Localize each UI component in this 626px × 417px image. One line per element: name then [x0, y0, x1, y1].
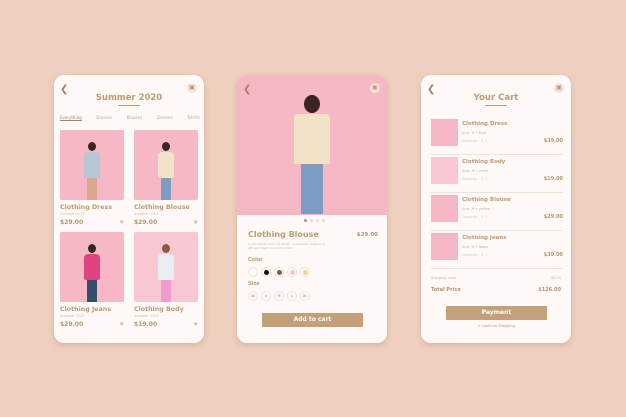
cart-item-name: Clothing Dress: [462, 121, 508, 127]
color-swatch[interactable]: [300, 267, 310, 277]
color-swatch[interactable]: [274, 267, 284, 277]
size-option[interactable]: L: [287, 291, 297, 301]
tab-tshirts[interactable]: Tshirts: [187, 115, 200, 121]
product-image: [60, 130, 124, 200]
product-name: Clothing Blouse: [248, 230, 319, 239]
product-subtitle: Summer 2020: [60, 212, 85, 216]
page-title: Your Cart: [473, 93, 519, 103]
product-hero-image: [237, 75, 387, 215]
cart-item-size: Size: M • blue: [462, 131, 487, 135]
size-option[interactable]: XS: [248, 291, 258, 301]
quantity-stepper[interactable]: Quantity: - 1 +: [462, 215, 488, 219]
heart-icon[interactable]: ♥: [120, 220, 124, 226]
cart-item-name: Clothing Jeans: [462, 235, 507, 241]
heart-icon[interactable]: ♥: [194, 322, 198, 328]
tab-blouses[interactable]: Blouses: [127, 115, 142, 121]
product-card[interactable]: Clothing Blouse Summer 2020 $29.00 ♥: [134, 130, 198, 226]
product-subtitle: Summer 2020: [60, 314, 85, 318]
cart-item-image: [431, 157, 458, 184]
shipping-label: Shipping costs: [431, 276, 457, 280]
total-label: Total Price: [431, 287, 461, 293]
cart-item-price: $39.00: [543, 138, 563, 144]
product-detail-screen: ❮ ▣ Clothing Blouse $29.00 Lorem ipsum d…: [237, 75, 387, 343]
product-price: $19.00: [134, 321, 158, 328]
quantity-stepper[interactable]: Quantity: - 1 +: [462, 253, 488, 257]
color-options: [248, 267, 313, 277]
product-subtitle: Summer 2020: [134, 314, 159, 318]
color-swatch[interactable]: [261, 267, 271, 277]
payment-button[interactable]: Payment: [446, 306, 547, 320]
product-name: Clothing Blouse: [134, 204, 190, 211]
quantity-stepper[interactable]: Quantity: - 1 +: [462, 177, 488, 181]
color-swatch[interactable]: [248, 267, 258, 277]
product-name: Clothing Dress: [60, 204, 113, 211]
tab-everything[interactable]: Everything: [60, 115, 82, 121]
cart-item-price: $19.00: [543, 176, 563, 182]
heart-icon[interactable]: ♥: [194, 220, 198, 226]
bag-icon[interactable]: ▣: [187, 83, 197, 93]
size-options: XS S M L XL: [248, 291, 313, 301]
cart-item-image: [431, 233, 458, 260]
back-icon[interactable]: ❮: [243, 84, 251, 95]
continue-shopping-link[interactable]: < Continue Shopping: [421, 324, 571, 328]
product-price: $29.00: [356, 232, 378, 238]
cart-item-size: Size: M • jeans: [462, 245, 489, 249]
category-tabs: Everything Dresses Blouses Dresses Tshir…: [60, 115, 200, 121]
cart-item-size: Size: M • white: [462, 169, 489, 173]
title-underline: [485, 105, 507, 106]
cart-item-name: Clothing Body: [462, 159, 506, 165]
product-image: [134, 130, 198, 200]
cart-item-size: Size: M • yellow: [462, 207, 490, 211]
cart-item-image: [431, 195, 458, 222]
color-swatch[interactable]: [287, 267, 297, 277]
cart-screen: ❮ ▣ Your Cart Clothing Dress Size: M • b…: [421, 75, 571, 343]
carousel-dots[interactable]: [304, 219, 325, 222]
size-option[interactable]: S: [261, 291, 271, 301]
cart-item-name: Clothing Blouse: [462, 197, 511, 203]
title-underline: [118, 105, 140, 106]
cart-item: Clothing Blouse Size: M • yellow Quantit…: [431, 193, 563, 231]
heart-icon[interactable]: ♥: [120, 322, 124, 328]
product-card[interactable]: Clothing Jeans Summer 2020 $29.00 ♥: [60, 232, 124, 328]
add-to-cart-button[interactable]: Add to cart: [262, 313, 363, 327]
quantity-stepper[interactable]: Quantity: - 1 +: [462, 139, 488, 143]
bag-icon[interactable]: ▣: [554, 83, 564, 93]
product-price: $29.00: [60, 219, 84, 226]
page-title: Summer 2020: [95, 93, 163, 103]
product-name: Clothing Jeans: [60, 306, 112, 313]
product-price: $29.00: [134, 219, 158, 226]
product-name: Clothing Body: [134, 306, 184, 313]
size-label: Size: [248, 281, 260, 287]
cart-item: Clothing Body Size: M • white Quantity: …: [431, 155, 563, 193]
product-subtitle: Summer 2020: [134, 212, 159, 216]
bag-icon[interactable]: ▣: [370, 83, 380, 93]
product-image: [134, 232, 198, 302]
product-card[interactable]: Clothing Dress Summer 2020 $29.00 ♥: [60, 130, 124, 226]
product-image: [60, 232, 124, 302]
cart-item-price: $29.00: [543, 214, 563, 220]
cart-item-image: [431, 119, 458, 146]
cart-item: Clothing Dress Size: M • blue Quantity: …: [431, 117, 563, 155]
size-option[interactable]: XL: [300, 291, 310, 301]
size-option[interactable]: M: [274, 291, 284, 301]
cart-item-price: $39.00: [543, 252, 563, 258]
total-value: $126.00: [538, 287, 561, 293]
color-label: Color: [248, 257, 263, 263]
catalog-screen: ❮ ▣ Summer 2020 Everything Dresses Blous…: [54, 75, 204, 343]
tab-dresses[interactable]: Dresses: [96, 115, 112, 121]
product-card[interactable]: Clothing Body Summer 2020 $19.00 ♥: [134, 232, 198, 328]
shipping-value: $0.00: [550, 276, 561, 280]
product-price: $29.00: [60, 321, 84, 328]
tab-dresses-2[interactable]: Dresses: [157, 115, 173, 121]
product-description: Lorem ipsum dolor sit amet, consectetur …: [248, 242, 326, 250]
cart-item: Clothing Jeans Size: M • jeans Quantity:…: [431, 231, 563, 269]
